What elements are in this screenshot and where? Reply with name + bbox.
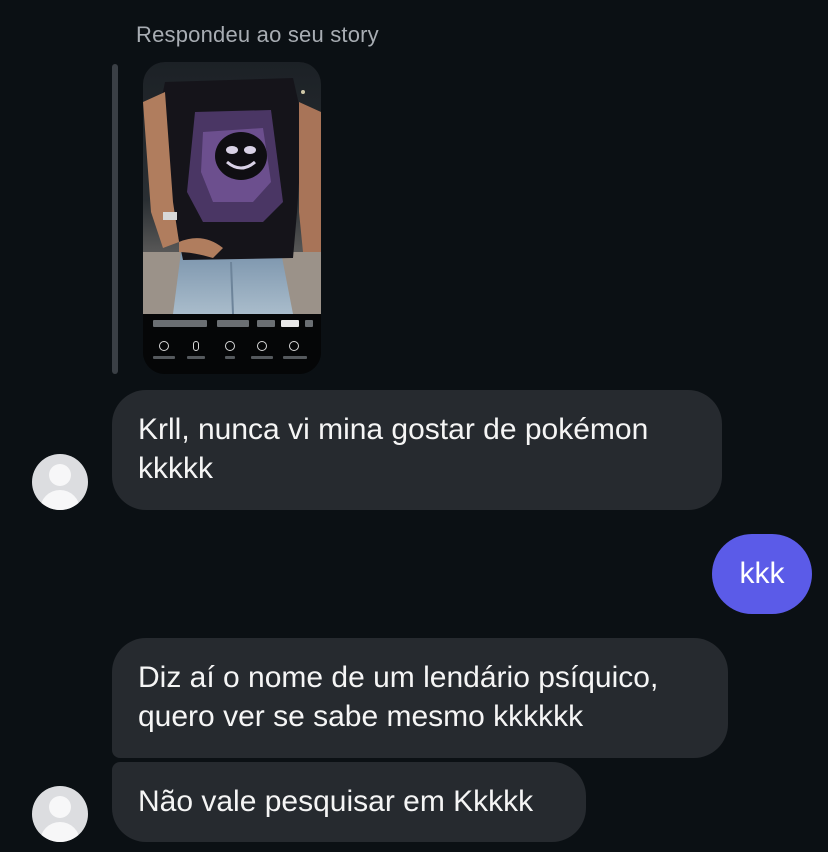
outgoing-message-bubble[interactable]: kkk (712, 534, 812, 614)
story-reply-label: Respondeu ao seu story (136, 22, 379, 47)
story-editor-toolbar (143, 314, 321, 374)
sender-avatar[interactable] (32, 454, 88, 510)
story-thumbnail[interactable] (143, 62, 321, 374)
story-photo (143, 62, 321, 314)
sender-avatar[interactable] (32, 786, 88, 842)
incoming-message-bubble[interactable]: Krll, nunca vi mina gostar de pokémon kk… (112, 390, 722, 510)
incoming-message-bubble[interactable]: Não vale pesquisar em Kkkkk (112, 762, 586, 842)
incoming-message-bubble[interactable]: Diz aí o nome de um lendário psíquico, q… (112, 638, 728, 758)
reply-indicator-bar (112, 64, 118, 374)
